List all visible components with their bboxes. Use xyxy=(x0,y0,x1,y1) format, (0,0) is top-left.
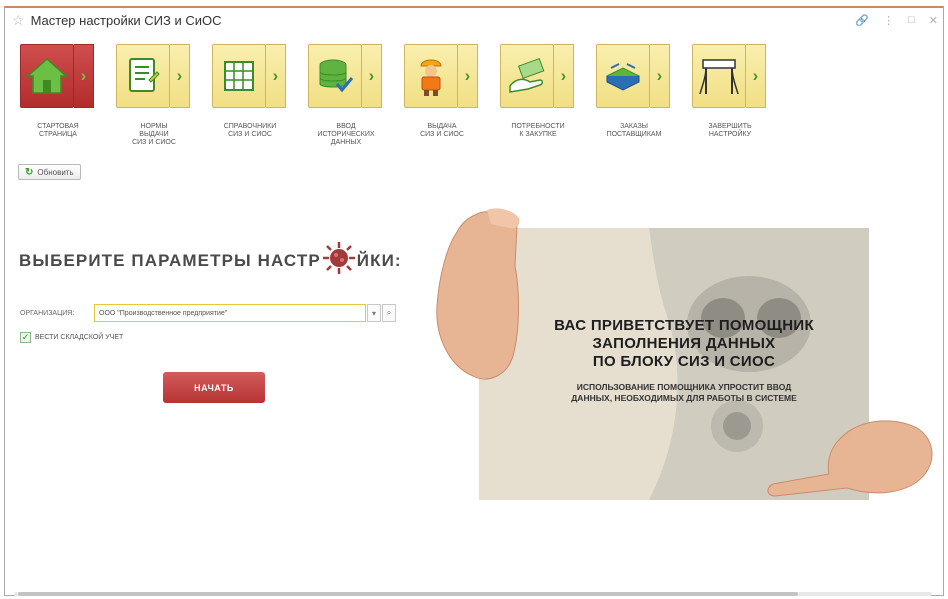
step-arrow-icon: › xyxy=(746,44,766,108)
refresh-icon: ↻ xyxy=(25,166,34,178)
warehouse-accounting-label: ВЕСТИ СКЛАДСКОЙ УЧЕТ xyxy=(35,334,124,341)
open-search-icon[interactable]: ⌕ xyxy=(382,304,396,322)
home-icon xyxy=(26,57,68,94)
finish-gate-icon xyxy=(699,59,739,95)
step-label: Потребности к закупке xyxy=(511,123,565,138)
step-arrow-icon: › xyxy=(554,44,574,108)
banner-text: ВАС ПРИВЕТСТВУЕТ ПОМОЩНИК ЗАПОЛНЕНИЯ ДАН… xyxy=(535,317,833,404)
step-arrow-icon: › xyxy=(650,44,670,108)
document-icon xyxy=(129,58,160,92)
step-tile[interactable] xyxy=(308,44,362,108)
page-heading: ВЫБЕРИТЕ ПАРАМЕТРЫ НАСТР ЙКИ: xyxy=(19,240,402,276)
start-button[interactable]: НАЧАТЬ xyxy=(163,372,265,403)
link-icon[interactable]: 🔗 xyxy=(855,14,869,27)
step-label: Нормы выдачи СИЗ и СиОС xyxy=(132,123,176,146)
title-bar: ☆ Мастер настройки СИЗ и СиОС xyxy=(12,10,222,30)
worker-icon xyxy=(420,59,442,96)
step-tile[interactable] xyxy=(212,44,266,108)
tray-arrows-icon xyxy=(605,63,641,91)
banner-title: ВАС ПРИВЕТСТВУЕТ ПОМОЩНИК ЗАПОЛНЕНИЯ ДАН… xyxy=(554,317,814,370)
step-label: Стартовая страница xyxy=(37,123,79,138)
close-icon[interactable]: ✕ xyxy=(929,14,938,27)
step-label: Завершить настройку xyxy=(708,123,752,138)
warehouse-accounting-checkbox[interactable]: ✓ xyxy=(20,332,31,343)
refresh-button[interactable]: ↻ Обновить xyxy=(18,164,81,180)
organization-input[interactable]: ООО "Производственное предприятие" xyxy=(94,304,366,322)
step-arrow-icon: › xyxy=(458,44,478,108)
window-title: Мастер настройки СИЗ и СиОС xyxy=(30,12,222,28)
virus-icon xyxy=(322,242,355,274)
maximize-icon[interactable]: □ xyxy=(908,14,915,27)
money-hand-icon xyxy=(509,57,545,93)
window-controls: 🔗 ⋮ □ ✕ xyxy=(855,14,938,27)
dropdown-icon[interactable]: ▾ xyxy=(367,304,381,322)
step-tile[interactable] xyxy=(596,44,650,108)
scrollbar-thumb[interactable] xyxy=(18,592,798,596)
step-arrow-icon: › xyxy=(362,44,382,108)
refresh-label: Обновить xyxy=(37,167,74,177)
step-tile[interactable] xyxy=(404,44,458,108)
step-tile[interactable] xyxy=(692,44,746,108)
step-label: Заказы поставщикам xyxy=(606,123,662,138)
step-arrow-icon: › xyxy=(266,44,286,108)
step-arrow-icon: › xyxy=(74,44,94,108)
banner-subtitle: ИСПОЛЬЗОВАНИЕ ПОМОЩНИКА УПРОСТИТ ВВОД ДА… xyxy=(571,382,797,403)
catalog-icon xyxy=(224,61,254,91)
heading-text-end: ЙКИ: xyxy=(356,251,402,270)
warehouse-accounting-option[interactable]: ✓ ВЕСТИ СКЛАДСКОЙ УЧЕТ xyxy=(20,332,123,343)
database-check-icon xyxy=(319,59,354,93)
step-tile[interactable] xyxy=(20,44,74,108)
step-tile[interactable] xyxy=(500,44,554,108)
step-tile[interactable] xyxy=(116,44,170,108)
step-arrow-icon: › xyxy=(170,44,190,108)
step-label: Справочники СИЗ и СиОС xyxy=(223,123,277,138)
step-label: Выдача СИЗ и СиОС xyxy=(420,123,464,138)
favorite-star-icon[interactable]: ☆ xyxy=(12,13,25,27)
organization-label: ОРГАНИЗАЦИЯ: xyxy=(20,310,75,317)
heading-text-start: ВЫБЕРИТЕ ПАРАМЕТРЫ НАСТР xyxy=(19,251,321,270)
more-icon[interactable]: ⋮ xyxy=(883,14,894,27)
step-label: Ввод исторических данных xyxy=(317,123,375,146)
